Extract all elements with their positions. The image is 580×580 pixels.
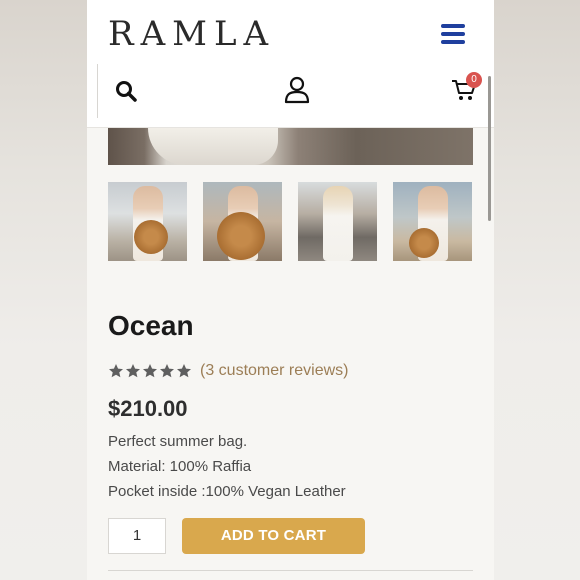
background-right — [494, 0, 580, 580]
star-icon — [126, 364, 140, 378]
description-line: Pocket inside :100% Vegan Leather — [108, 483, 346, 500]
search-icon[interactable] — [115, 80, 137, 102]
reviews-link[interactable]: (3 customer reviews) — [200, 362, 348, 380]
thumbnail-1[interactable] — [108, 182, 187, 261]
scrollbar[interactable] — [488, 76, 491, 221]
star-rating — [108, 363, 192, 379]
site-logo[interactable]: RAMLA — [108, 14, 275, 54]
site-header: RAMLA 0 — [87, 0, 494, 221]
section-divider — [108, 570, 473, 571]
background-left — [0, 0, 87, 580]
thumbnail-2[interactable] — [203, 182, 282, 261]
phone-screen: RAMLA 0 Ocean (3 customer reviews) $210.… — [87, 0, 494, 580]
product-main-image[interactable] — [108, 128, 473, 165]
product-rating: (3 customer reviews) — [108, 362, 348, 380]
description-line: Perfect summer bag. — [108, 433, 248, 450]
product-title: Ocean — [108, 310, 194, 341]
header-divider — [97, 64, 98, 118]
star-icon — [143, 364, 157, 378]
thumbnail-3[interactable] — [298, 182, 377, 261]
user-icon[interactable] — [284, 76, 310, 104]
menu-icon[interactable] — [441, 24, 465, 44]
add-to-cart-button[interactable]: ADD TO CART — [182, 518, 365, 554]
product-price: $210.00 — [108, 396, 188, 421]
product-description: Perfect summer bag. Material: 100% Raffi… — [108, 429, 346, 504]
star-icon — [160, 364, 174, 378]
description-line: Material: 100% Raffia — [108, 458, 252, 475]
star-icon — [177, 364, 191, 378]
thumbnail-4[interactable] — [393, 182, 472, 261]
quantity-input[interactable]: 1 — [108, 518, 166, 554]
main-image-dress — [148, 128, 278, 165]
cart-count-badge: 0 — [466, 72, 482, 88]
star-icon — [109, 364, 123, 378]
thumbnail-gallery — [108, 182, 472, 261]
